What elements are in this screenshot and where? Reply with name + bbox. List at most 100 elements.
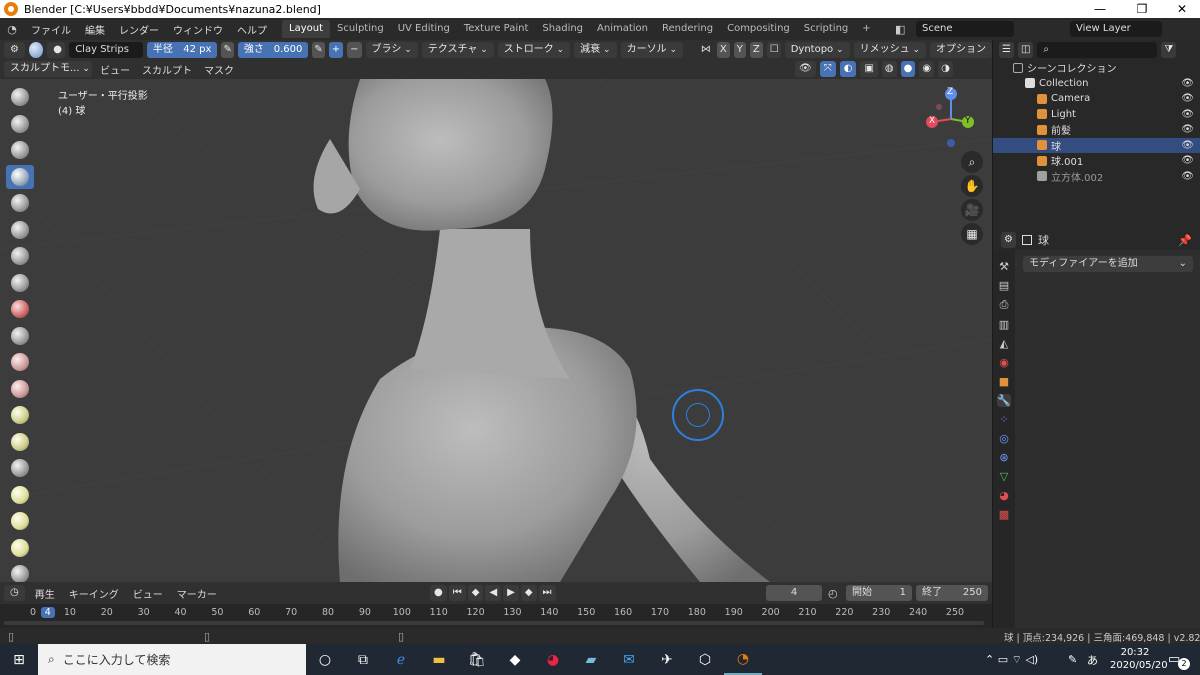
outliner-item[interactable]: Collection 👁 — [993, 76, 1200, 92]
tab-rendering[interactable]: Rendering — [655, 20, 720, 38]
pinch-brush-icon[interactable] — [6, 456, 34, 480]
symmetry-x-button[interactable]: X — [716, 41, 730, 58]
clay-strips-brush-icon[interactable] — [6, 164, 34, 189]
menu-file[interactable]: ファイル — [24, 22, 78, 37]
modifier-tab-icon[interactable]: 🔧 — [997, 394, 1011, 407]
thumb-brush-icon[interactable] — [6, 562, 34, 582]
timeline-menu-marker[interactable]: マーカー — [173, 586, 221, 601]
chrome-icon[interactable]: ◕ — [534, 644, 572, 675]
pan-hand-icon[interactable]: ✋ — [961, 175, 983, 197]
visibility-eye-icon[interactable]: 👁 — [1181, 140, 1194, 151]
menu-view[interactable]: ビュー — [96, 62, 134, 77]
fill-brush-icon[interactable] — [6, 377, 34, 401]
blender-taskbar-icon[interactable]: ◔ — [724, 644, 762, 675]
brush-preview-icon[interactable] — [28, 41, 44, 58]
play-icon[interactable]: ▶ — [503, 585, 519, 601]
timeline-scrollbar[interactable] — [4, 621, 984, 625]
add-workspace-button[interactable]: + — [855, 20, 877, 38]
wireframe-shading-icon[interactable]: ◍ — [881, 61, 897, 77]
windows-start-icon[interactable]: ⊞ — [0, 644, 38, 675]
view-layer-selector[interactable]: View Layer — [1070, 21, 1162, 37]
strength-pressure-icon[interactable]: ✎ — [312, 41, 325, 58]
app3-icon[interactable]: ⬡ — [686, 644, 724, 675]
tool-icon[interactable]: ⚙ — [4, 41, 25, 58]
tab-scripting[interactable]: Scripting — [797, 20, 855, 38]
editor-type-icon[interactable]: ◷ — [4, 585, 25, 601]
filter-icon[interactable]: ⧩ — [1161, 42, 1177, 58]
outliner-search[interactable]: ⌕ — [1037, 42, 1158, 58]
add-direction-button[interactable]: + — [328, 41, 344, 58]
layer-brush-icon[interactable] — [6, 218, 34, 242]
zoom-icon[interactable]: ⌕ — [961, 151, 983, 173]
dyntopo-checkbox[interactable]: ☐ — [766, 41, 781, 58]
ime-icon[interactable]: あ — [1087, 652, 1098, 668]
strength-slider[interactable]: 強さ 0.600 — [237, 41, 309, 58]
edge-icon[interactable]: ℯ — [382, 644, 420, 675]
app-icon[interactable]: ◆ — [496, 644, 534, 675]
object-tab-icon[interactable]: ■ — [999, 375, 1009, 388]
visibility-eye-icon[interactable]: 👁 — [1181, 124, 1194, 135]
world-tab-icon[interactable]: ◉ — [999, 356, 1009, 369]
jump-end-icon[interactable]: ⏭ — [538, 585, 556, 601]
remesh-menu[interactable]: リメッシュ — [853, 41, 926, 58]
menu-render[interactable]: レンダー — [112, 22, 166, 37]
dyntopo-menu[interactable]: Dyntopo — [784, 41, 850, 58]
outliner-item[interactable]: 球 👁 — [993, 137, 1200, 153]
store-icon[interactable]: 🛍 — [458, 644, 496, 675]
end-frame-field[interactable]: 終了 250 — [916, 585, 988, 601]
next-keyframe-icon[interactable]: ◆ — [520, 585, 537, 601]
blob-brush-icon[interactable] — [6, 271, 34, 295]
elastic-deform-brush-icon[interactable] — [6, 509, 34, 533]
start-frame-field[interactable]: 開始 1 — [846, 585, 912, 601]
grab-brush-icon[interactable] — [6, 483, 34, 507]
blender-menu-icon[interactable]: ◔ — [0, 23, 24, 36]
tab-texture-paint[interactable]: Texture Paint — [457, 20, 536, 38]
scene-tab-icon[interactable]: ◭ — [1000, 337, 1008, 350]
system-tray-icons[interactable]: ⌃ ▭ ⌔ ◁) — [985, 653, 1038, 667]
close-button[interactable]: ✕ — [1162, 0, 1200, 18]
rendered-shading-icon[interactable]: ◑ — [938, 61, 953, 77]
tab-layout[interactable]: Layout — [282, 20, 330, 38]
menu-window[interactable]: ウィンドウ — [166, 22, 230, 37]
symmetry-y-button[interactable]: Y — [733, 41, 746, 58]
menu-help[interactable]: ヘルプ — [230, 22, 274, 37]
grid-ortho-icon[interactable]: ▦ — [961, 223, 983, 245]
outliner-item[interactable]: 球.001 👁 — [993, 153, 1200, 169]
multiplane-scrape-brush-icon[interactable] — [6, 430, 34, 454]
flatten-brush-icon[interactable] — [6, 350, 34, 374]
outliner-item[interactable]: 立方体.002 👁 — [993, 169, 1200, 185]
timeline-menu-playback[interactable]: 再生 — [31, 586, 59, 601]
jump-start-icon[interactable]: ⏮ — [448, 585, 466, 601]
inflate-brush-icon[interactable] — [6, 244, 34, 268]
timeline-menu-keying[interactable]: キーイング — [65, 586, 123, 601]
taskbar-search[interactable]: ⌕ ここに入力して検索 — [38, 644, 306, 675]
options-menu[interactable]: オプション — [930, 41, 992, 58]
file-explorer-icon[interactable]: ▬ — [420, 644, 458, 675]
pen-icon[interactable]: ✎ — [1068, 653, 1077, 666]
visibility-icon[interactable]: 👁 — [795, 61, 816, 77]
xray-icon[interactable]: ▣ — [860, 61, 878, 77]
menu-edit[interactable]: 編集 — [78, 22, 112, 37]
data-tab-icon[interactable]: ▽ — [1000, 470, 1008, 483]
visibility-eye-icon[interactable]: 👁 — [1181, 109, 1194, 120]
tab-shading[interactable]: Shading — [535, 20, 590, 38]
draw-brush-icon[interactable] — [6, 85, 34, 109]
outliner-item[interactable]: Camera 👁 — [993, 91, 1200, 107]
outliner-item[interactable]: 前髪 👁 — [993, 122, 1200, 138]
gizmo-icon[interactable]: ⤧ — [819, 61, 836, 77]
visibility-eye-icon[interactable]: 👁 — [1181, 78, 1194, 89]
pin-icon[interactable]: 📌 — [1178, 234, 1192, 247]
smooth-brush-icon[interactable] — [6, 324, 34, 348]
visibility-eye-icon[interactable]: 👁 — [1181, 155, 1194, 166]
brush-menu[interactable]: ブラシ — [365, 41, 418, 58]
menu-mask[interactable]: マスク — [200, 62, 238, 77]
subtract-direction-button[interactable]: − — [347, 41, 362, 58]
draw-sharp-brush-icon[interactable] — [6, 112, 34, 136]
timeline-area[interactable]: 0 4 10 20 30 40 50 60 70 80 90 100 110 120 130 140 150 16… — [0, 604, 992, 628]
add-modifier-dropdown[interactable]: モディファイアーを追加 ⌄ — [1023, 256, 1193, 272]
tab-sculpting[interactable]: Sculpting — [330, 20, 391, 38]
brush-name-field[interactable]: Clay Strips — [69, 41, 143, 58]
clay-thumb-brush-icon[interactable] — [6, 191, 34, 215]
crease-brush-icon[interactable] — [6, 297, 34, 321]
tab-animation[interactable]: Animation — [590, 20, 655, 38]
